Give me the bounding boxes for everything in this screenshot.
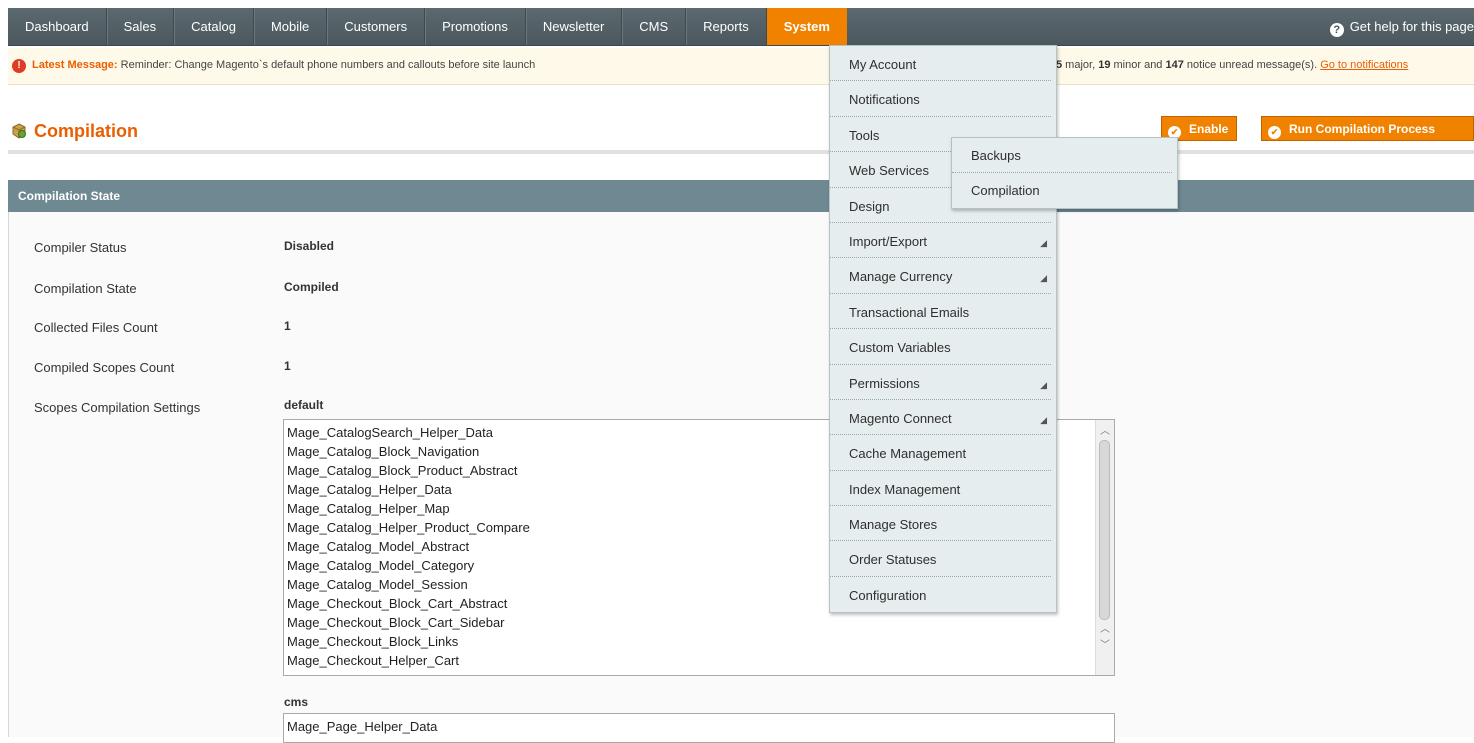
nav-item-cms[interactable]: CMS <box>622 8 687 45</box>
notice-text: notice unread message(s). <box>1183 59 1321 71</box>
menu-item-label: Design <box>849 198 890 214</box>
menu-item-notifications[interactable]: Notifications <box>830 81 1051 117</box>
nav-item-reports[interactable]: Reports <box>686 8 767 45</box>
menu-item-configuration[interactable]: Configuration <box>830 577 1051 612</box>
menu-item-manage-stores[interactable]: Manage Stores <box>830 506 1051 542</box>
minor-count: 19 <box>1098 59 1111 71</box>
page-header: Compilation <box>8 112 1474 152</box>
menu-item-label: Notifications <box>849 92 920 108</box>
nav-item-sales[interactable]: Sales <box>107 8 175 45</box>
run-compilation-label: Run Compilation Process <box>1289 122 1436 136</box>
nav-item-mobile[interactable]: Mobile <box>254 8 328 45</box>
submenu-arrow-icon: ◢ <box>1040 237 1047 248</box>
help-label: Get help for this page <box>1349 19 1474 34</box>
submenu-item-compilation[interactable]: Compilation <box>952 173 1177 208</box>
menu-item-label: Tools <box>849 127 880 143</box>
nav-item-system[interactable]: System <box>766 8 847 45</box>
menu-item-label: Magento Connect <box>849 410 952 426</box>
field-value-compiler-status: Disabled <box>284 239 335 253</box>
top-navigation: Dashboard Sales Catalog Mobile Customers… <box>8 8 1474 46</box>
latest-message-label: Latest Message: <box>32 59 118 71</box>
menu-item-permissions[interactable]: Permissions ◢ <box>830 365 1051 400</box>
major-text: major, <box>1062 59 1099 71</box>
nav-item-newsletter[interactable]: Newsletter <box>526 8 623 45</box>
section-header: Compilation State <box>8 180 1474 212</box>
compilation-icon <box>12 123 26 139</box>
scroll-down-icon[interactable]: ﹀ <box>1100 636 1110 655</box>
menu-item-label: Import/Export <box>849 233 928 249</box>
submenu-arrow-icon: ◢ <box>1040 273 1047 284</box>
question-circle-icon: ? <box>1329 23 1344 37</box>
nav-item-promotions[interactable]: Promotions <box>425 8 526 45</box>
nav-item-customers[interactable]: Customers <box>327 8 426 45</box>
field-label-scopes-settings: Scopes Compilation Settings <box>34 400 201 415</box>
nav-item-catalog[interactable]: Catalog <box>174 8 254 45</box>
menu-item-label: Web Services <box>849 163 929 179</box>
nav-item-dashboard[interactable]: Dashboard <box>8 8 107 45</box>
field-label-collected-files: Collected Files Count <box>34 320 158 335</box>
scope-name-default: default <box>284 398 324 412</box>
alert-icon: ! <box>12 59 26 73</box>
menu-item-order-statuses[interactable]: Order Statuses <box>830 541 1051 577</box>
menu-item-index-management[interactable]: Index Management <box>830 471 1051 507</box>
scope-line: Mage_Checkout_Helper_Cart <box>287 653 459 668</box>
field-label-compiler-status: Compiler Status <box>34 240 127 255</box>
notifications-link[interactable]: Go to notifications <box>1320 59 1408 71</box>
submenu-arrow-icon: ◢ <box>1040 379 1047 390</box>
minor-text: minor and <box>1110 59 1166 71</box>
scrollbar-thumb[interactable] <box>1099 440 1110 620</box>
scope-line: Mage_Page_Helper_Data <box>287 719 438 734</box>
scope-cms-textarea[interactable]: Mage_Page_Helper_Data <box>283 713 1115 743</box>
menu-item-magento-connect[interactable]: Magento Connect ◢ <box>830 400 1051 436</box>
menu-item-import-export[interactable]: Import/Export ◢ <box>830 223 1051 259</box>
textarea-scrollbar[interactable]: ︿ ︿ ﹀ <box>1095 420 1114 675</box>
field-value-collected-files: 1 <box>284 319 291 333</box>
menu-item-label: Permissions <box>849 375 920 391</box>
title-divider <box>8 150 1474 154</box>
menu-item-cache-management[interactable]: Cache Management <box>830 435 1051 471</box>
latest-message-text: Reminder: Change Magento`s default phone… <box>120 59 536 71</box>
menu-item-label: Cache Management <box>849 446 967 462</box>
scroll-up-icon[interactable]: ︿ <box>1100 422 1110 441</box>
system-dropdown-menu: My Account Notifications Tools Web Servi… <box>829 45 1057 614</box>
submenu-arrow-icon: ◢ <box>1040 414 1047 425</box>
menu-item-label: Manage Currency <box>849 269 953 285</box>
menu-item-label: Transactional Emails <box>849 304 970 320</box>
scope-line: Mage_Checkout_Block_Links <box>287 634 459 649</box>
menu-item-label: Custom Variables <box>849 340 951 356</box>
menu-item-label: Index Management <box>849 481 961 497</box>
scope-name-cms: cms <box>284 695 309 709</box>
submenu-item-backups[interactable]: Backups <box>952 138 1172 173</box>
menu-item-label: Configuration <box>849 587 927 603</box>
help-link[interactable]: ? Get help for this page <box>1329 8 1474 45</box>
run-compilation-button[interactable]: ✔ Run Compilation Process <box>1261 116 1474 141</box>
notification-bar: ! Latest Message: Reminder: Change Magen… <box>8 48 1474 85</box>
menu-item-my-account[interactable]: My Account <box>830 46 1051 82</box>
field-label-compiled-scopes: Compiled Scopes Count <box>34 360 175 375</box>
tools-submenu: Backups Compilation <box>951 137 1178 209</box>
menu-item-custom-variables[interactable]: Custom Variables <box>830 329 1051 365</box>
menu-item-transactional-emails[interactable]: Transactional Emails <box>830 294 1051 330</box>
enable-button-label: Enable <box>1189 122 1229 136</box>
scope-line: Mage_Checkout_Block_Cart_Sidebar <box>287 615 505 630</box>
field-label-compilation-state: Compilation State <box>34 281 137 296</box>
field-value-compilation-state: Compiled <box>284 280 339 294</box>
menu-item-label: Order Statuses <box>849 552 937 568</box>
latest-message: Latest Message: Reminder: Change Magento… <box>32 59 535 71</box>
menu-item-label: My Account <box>849 57 917 72</box>
field-value-compiled-scopes: 1 <box>284 359 291 373</box>
notice-count: 147 <box>1165 59 1184 71</box>
check-icon: ✔ <box>1268 126 1281 139</box>
page-title: Compilation <box>34 121 138 141</box>
menu-item-manage-currency[interactable]: Manage Currency ◢ <box>830 258 1051 294</box>
unread-messages-summary: 5 major, 19 minor and 147 notice unread … <box>1056 59 1408 71</box>
menu-item-label: Manage Stores <box>849 517 938 533</box>
